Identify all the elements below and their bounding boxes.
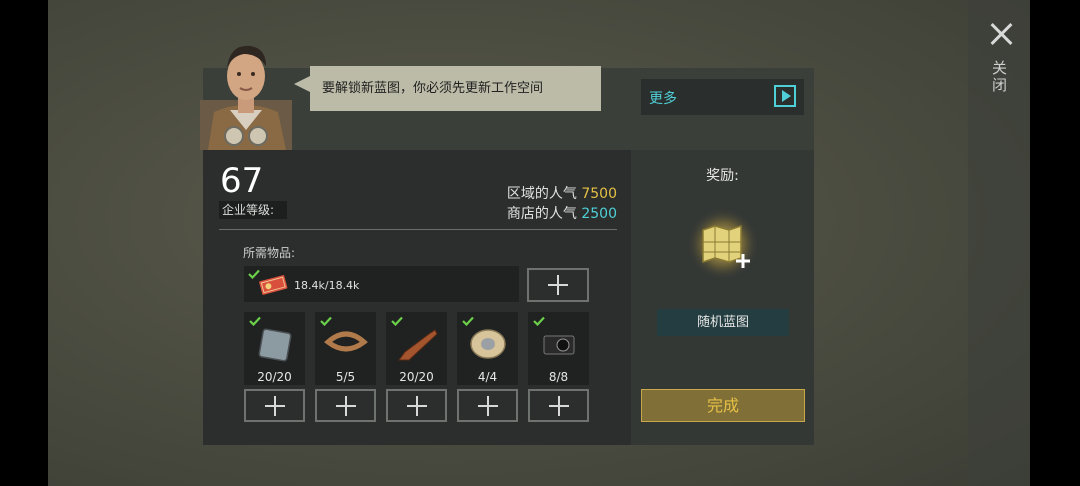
area-popularity-value: 7500	[581, 186, 617, 202]
area-popularity: 区域的人气 7500	[507, 183, 617, 203]
add-item-button[interactable]	[315, 389, 376, 422]
complete-button[interactable]: 完成	[641, 389, 805, 422]
item-count: 20/20	[257, 370, 292, 384]
blueprint-icon	[687, 208, 759, 280]
enterprise-level-label: 企业等级:	[219, 201, 287, 219]
item-count: 20/20	[399, 370, 434, 384]
shop-popularity-value: 2500	[581, 206, 617, 222]
item-count: 4/4	[477, 370, 498, 384]
coupon-icon	[259, 275, 288, 295]
more-button[interactable]: 更多	[641, 79, 804, 115]
add-item-button[interactable]	[528, 389, 589, 422]
close-label[interactable]: 关闭	[990, 60, 1010, 94]
add-item-button[interactable]	[386, 389, 447, 422]
npc-avatar	[200, 45, 292, 150]
shop-popularity: 商店的人气 2500	[507, 203, 617, 223]
area-popularity-label: 区域的人气	[506, 186, 577, 202]
more-button-label: 更多	[649, 91, 677, 107]
reward-name: 随机蓝图	[657, 309, 789, 336]
wooden-stock-icon	[398, 329, 438, 361]
leather-strap-icon	[324, 331, 368, 352]
close-icon[interactable]	[984, 18, 1018, 52]
enterprise-level-value: 67	[220, 161, 264, 201]
speech-bubble: 要解锁新蓝图，你必须先更新工作空间	[310, 66, 601, 111]
add-item-button[interactable]	[244, 389, 305, 422]
coin-amount: 18.4k/18.4k	[294, 279, 360, 292]
required-items-label: 所需物品:	[243, 246, 296, 260]
item-count: 8/8	[548, 370, 569, 384]
add-item-button[interactable]	[457, 389, 518, 422]
play-icon	[774, 85, 796, 107]
divider	[219, 229, 617, 230]
camera-icon	[543, 335, 575, 355]
speech-bubble-tail	[294, 76, 310, 92]
add-coins-button[interactable]	[527, 268, 589, 302]
reward-title: 奖励:	[706, 168, 739, 184]
item-count: 5/5	[335, 370, 356, 384]
shop-popularity-label: 商店的人气	[506, 206, 577, 222]
metal-plate-icon	[258, 328, 292, 362]
wire-spool-icon	[470, 329, 506, 359]
